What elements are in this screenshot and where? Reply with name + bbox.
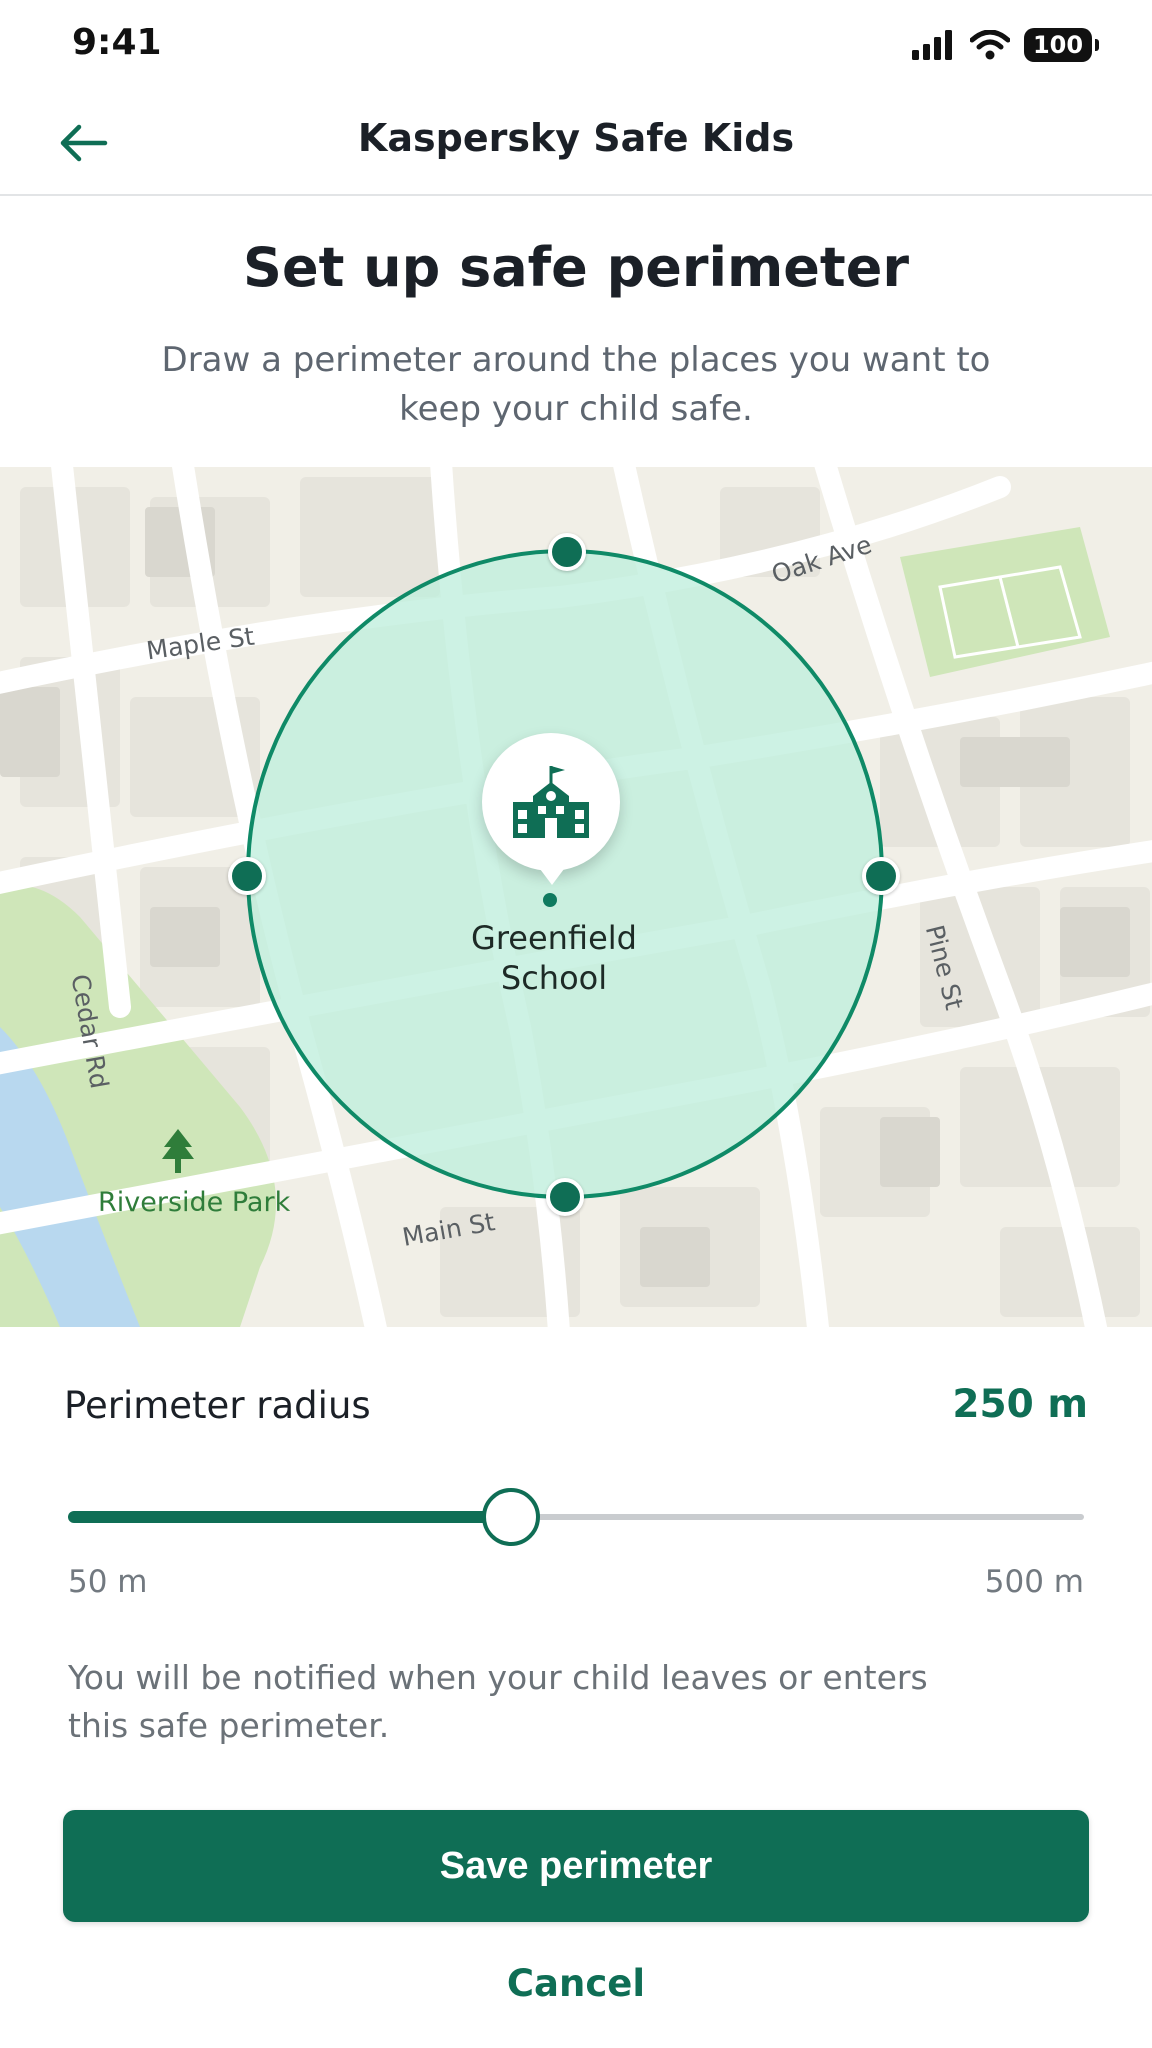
radius-value: 250 m — [952, 1382, 1088, 1427]
place-pin[interactable] — [482, 733, 620, 885]
signal-icon — [912, 30, 952, 60]
notice-text: You will be notified when your child lea… — [68, 1658, 928, 1745]
radius-label: Perimeter radius — [64, 1384, 371, 1427]
place-label: Greenfield School — [471, 919, 637, 997]
map[interactable]: Maple St Oak Ave Cedar Rd Pine St Main S… — [0, 467, 1152, 1327]
slider-fill — [68, 1511, 511, 1523]
place-pin-dot — [543, 893, 557, 907]
save-perimeter-button[interactable]: Save perimeter — [63, 1810, 1089, 1922]
radius-slider[interactable] — [68, 1488, 1084, 1546]
nav-bar: Kaspersky Safe Kids — [0, 96, 1152, 196]
slider-min-label: 50 m — [68, 1564, 148, 1600]
perimeter-handle-right[interactable] — [862, 857, 900, 895]
status-time: 9:41 — [72, 22, 162, 63]
perimeter-handle-top[interactable] — [548, 533, 586, 571]
perimeter-handle-left[interactable] — [228, 857, 266, 895]
battery-icon: 100 — [1024, 28, 1099, 62]
perimeter-handle-bottom[interactable] — [546, 1178, 584, 1216]
tree-icon — [162, 1129, 194, 1173]
park-label: Riverside Park — [98, 1187, 291, 1218]
status-bar: 9:41 100 — [0, 0, 1152, 96]
battery-level: 100 — [1032, 31, 1084, 59]
page-title: Set up safe perimeter — [243, 236, 909, 299]
cancel-button[interactable]: Cancel — [0, 1962, 1152, 2005]
slider-max-label: 500 m — [984, 1564, 1084, 1600]
school-icon — [513, 766, 589, 838]
wifi-icon — [970, 30, 1010, 60]
status-icons: 100 — [912, 28, 1099, 62]
slider-thumb[interactable] — [482, 1488, 540, 1546]
app-title: Kaspersky Safe Kids — [357, 116, 795, 160]
page-subtitle: Draw a perimeter around the places you w… — [161, 340, 991, 429]
